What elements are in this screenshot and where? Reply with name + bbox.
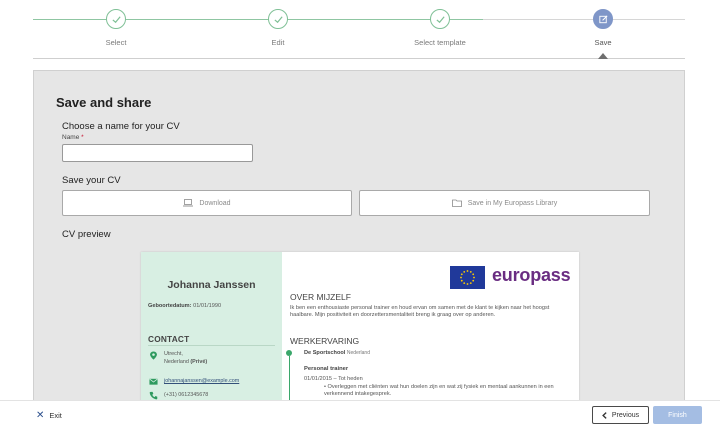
cv-employer: De Sportschool Nederland xyxy=(304,350,370,356)
stepper-divider xyxy=(33,58,685,59)
stepper-remaining-line xyxy=(483,19,685,20)
location-pin-icon xyxy=(150,351,157,360)
panel-title: Save and share xyxy=(56,95,152,110)
cv-role-dates: 01/01/2015 – Tot heden xyxy=(304,376,363,382)
cv-contact-heading: CONTACT xyxy=(148,334,190,344)
cv-about-text: Ik ben een enthousiaste personal trainer… xyxy=(290,305,550,319)
cv-person-name: Johanna Janssen xyxy=(167,279,256,291)
required-mark: * xyxy=(81,134,84,141)
step-template-checkmark-icon[interactable] xyxy=(430,9,450,29)
envelope-icon xyxy=(149,378,158,385)
cv-address: Utrecht, Nederland (Privé) xyxy=(164,351,207,366)
finish-button[interactable]: Finish xyxy=(653,406,702,424)
footer-divider xyxy=(0,400,720,401)
save-library-button[interactable]: Save in My Europass Library xyxy=(359,190,650,216)
step-select-checkmark-icon[interactable] xyxy=(106,9,126,29)
cv-dob-value: 01/01/1990 xyxy=(193,303,222,309)
finish-label: Finish xyxy=(668,411,687,419)
cv-role: Personal trainer xyxy=(304,366,349,372)
download-button[interactable]: Download xyxy=(62,190,352,216)
step-template-label[interactable]: Select template xyxy=(380,38,500,47)
cv-employer-name: De Sportschool xyxy=(304,350,346,356)
previous-button[interactable]: Previous xyxy=(592,406,649,424)
cv-preview-label: CV preview xyxy=(62,229,111,240)
save-library-button-label: Save in My Europass Library xyxy=(467,199,558,207)
cv-date-of-birth: Geboortedatum: 01/01/1990 xyxy=(148,303,221,309)
chevron-left-icon xyxy=(601,411,607,419)
stepper-progress-line xyxy=(33,19,483,20)
name-section-label: Choose a name for your CV xyxy=(62,121,180,132)
cv-experience-heading: WERKERVARING xyxy=(290,336,360,346)
download-button-label: Download xyxy=(199,199,231,207)
cv-country: Nederland xyxy=(164,358,189,365)
cv-employer-country: Nederland xyxy=(346,350,370,356)
timeline-line xyxy=(288,356,290,400)
save-panel: Save and share Choose a name for your CV… xyxy=(33,70,685,400)
cv-role-bullet: • Overleggen met cliënten wat hun doelen… xyxy=(324,384,554,398)
name-field-label-text: Name xyxy=(62,134,80,141)
exit-label: Exit xyxy=(49,411,62,420)
cv-dob-label: Geboortedatum: xyxy=(148,303,192,309)
wizard-stepper: Select Edit Select template Save xyxy=(0,0,720,62)
name-field-label: Name * xyxy=(62,134,84,141)
cv-city: Utrecht, xyxy=(164,351,183,357)
step-select-label[interactable]: Select xyxy=(56,38,176,47)
cv-name-input[interactable] xyxy=(62,144,253,162)
europass-logo-text: europass xyxy=(492,265,571,285)
cv-sidebar: Johanna Janssen Geboortedatum: 01/01/199… xyxy=(141,252,282,400)
cv-contact-divider xyxy=(148,345,275,346)
cv-country-line: Nederland (Privé) xyxy=(164,359,207,367)
save-section-label: Save your CV xyxy=(62,175,121,186)
active-step-caret-icon xyxy=(598,53,608,59)
step-save-label: Save xyxy=(594,38,612,47)
cv-email: johannajanssen@example.com xyxy=(164,378,240,384)
cv-country-tag: (Privé) xyxy=(190,358,208,365)
cv-about-heading: OVER MIJZELF xyxy=(290,292,351,302)
step-edit-checkmark-icon[interactable] xyxy=(268,9,288,29)
folder-icon xyxy=(451,199,462,207)
close-icon: ✕ xyxy=(36,410,45,421)
phone-icon xyxy=(149,391,158,400)
cv-phone: (+31) 0612345678 xyxy=(164,392,209,398)
exit-button[interactable]: ✕ Exit xyxy=(36,410,62,421)
step-save-edit-icon xyxy=(593,9,613,29)
previous-label: Previous xyxy=(611,411,640,419)
cv-preview: Johanna Janssen Geboortedatum: 01/01/199… xyxy=(141,252,579,400)
eu-flag-icon xyxy=(450,266,485,289)
laptop-icon xyxy=(183,199,194,207)
step-edit-label[interactable]: Edit xyxy=(218,38,338,47)
